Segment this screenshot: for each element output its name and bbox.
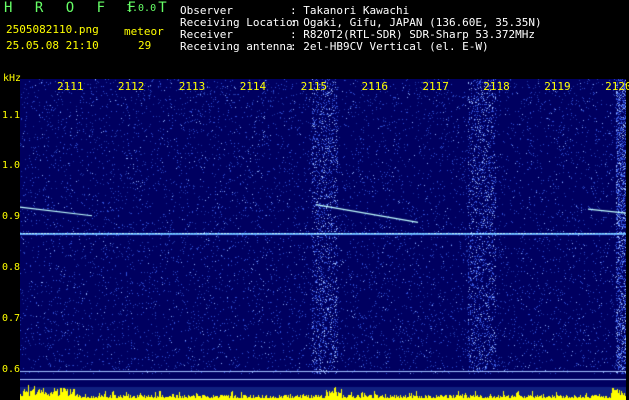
- x-tick-label: 2116: [361, 80, 389, 93]
- x-tick-label: 2119: [544, 80, 571, 93]
- datetime: 25.05.08 21:10: [6, 39, 99, 52]
- antenna-label: Receiving antenna: [180, 40, 293, 53]
- x-tick-label: 2115: [300, 80, 328, 93]
- y-tick-label: 1.1: [2, 109, 21, 121]
- y-tick-label: 0.6: [2, 363, 21, 375]
- x-tick-label: 2112: [117, 80, 145, 93]
- meteor-count: 29: [138, 39, 152, 52]
- x-tick-label: 2117: [422, 80, 449, 93]
- x-tick-label: 2118: [483, 80, 510, 93]
- meteor-label: meteor: [124, 25, 164, 38]
- spectrogram: [20, 79, 626, 400]
- file-name: 2505082110.png: [6, 23, 99, 36]
- antenna-value: : 2el-HB9CV Vertical (el. E-W): [290, 40, 489, 53]
- x-tick-label: 2120: [605, 80, 629, 93]
- x-tick-label: 2114: [239, 80, 267, 93]
- y-tick-label: 0.8: [2, 262, 21, 274]
- x-tick-label: 2111: [57, 80, 84, 93]
- y-tick-label: 0.7: [2, 312, 21, 324]
- y-axis-unit: kHz: [3, 73, 22, 84]
- y-tick-label: 1.0: [2, 160, 21, 172]
- app-version: 1.0.0: [126, 3, 157, 14]
- x-tick-label: 2113: [178, 80, 206, 93]
- y-tick-label: 0.9: [2, 211, 21, 223]
